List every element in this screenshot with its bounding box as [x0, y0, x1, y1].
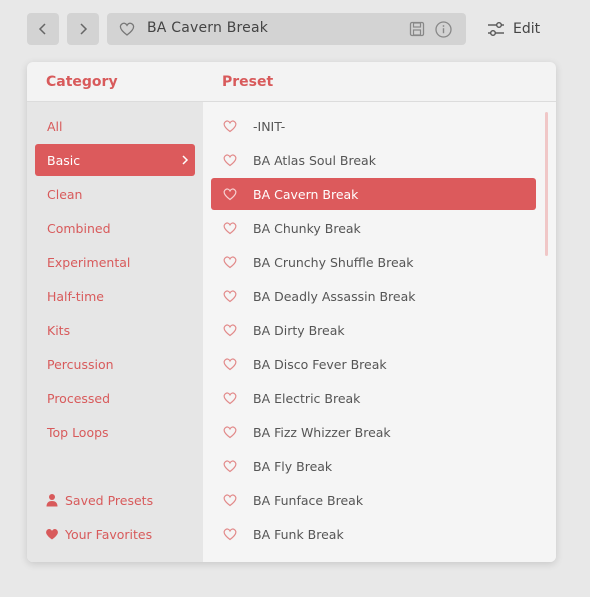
preset-row[interactable]: BA Dirty Break — [211, 314, 536, 346]
heart-icon[interactable] — [119, 21, 135, 37]
user-icon — [46, 494, 58, 507]
preset-row[interactable]: BA Funface Break — [211, 484, 536, 516]
preset-list: -INIT- BA Atlas Soul Break BA Cavern Bre… — [203, 102, 556, 562]
your-favorites-link[interactable]: Your Favorites — [45, 524, 152, 544]
preset-row[interactable]: BA Crunchy Shuffle Break — [211, 246, 536, 278]
your-favorites-label: Your Favorites — [65, 526, 153, 542]
heart-icon[interactable] — [223, 527, 237, 541]
heart-icon[interactable] — [223, 425, 237, 439]
heart-icon[interactable] — [223, 119, 237, 133]
preset-row[interactable]: BA Deadly Assassin Break — [211, 280, 536, 312]
category-list: All Basic Clean Combined Experimental Ha… — [27, 102, 203, 562]
preset-name-bar[interactable]: BA Cavern Break — [107, 13, 466, 45]
preset-row[interactable]: BA Electric Break — [211, 382, 536, 414]
heart-icon[interactable] — [223, 459, 237, 473]
category-header: Category — [46, 74, 118, 90]
preset-list-scrollbar[interactable] — [545, 112, 548, 256]
heart-icon[interactable] — [223, 153, 237, 167]
preset-row[interactable]: BA Fly Break — [211, 450, 536, 482]
category-item-clean[interactable]: Clean — [35, 178, 195, 210]
preset-row[interactable]: BA Disco Fever Break — [211, 348, 536, 380]
sliders-icon — [488, 22, 504, 36]
category-item-combined[interactable]: Combined — [35, 212, 195, 244]
preset-row[interactable]: BA Atlas Soul Break — [211, 144, 536, 176]
save-icon[interactable] — [409, 21, 425, 37]
preset-row-selected[interactable]: BA Cavern Break — [211, 178, 536, 210]
toolbar: BA Cavern Break Edit — [27, 13, 557, 45]
preset-row[interactable]: BA Funk Break — [211, 518, 536, 550]
info-icon[interactable] — [435, 21, 452, 38]
category-item-percussion[interactable]: Percussion — [35, 348, 195, 380]
heart-icon[interactable] — [223, 255, 237, 269]
preset-row[interactable]: BA Chunky Break — [211, 212, 536, 244]
category-item-half-time[interactable]: Half-time — [35, 280, 195, 312]
category-item-top-loops[interactable]: Top Loops — [35, 416, 195, 448]
chevron-left-icon — [38, 23, 46, 35]
chevron-right-icon — [182, 155, 189, 165]
preset-row[interactable]: BA Fizz Whizzer Break — [211, 416, 536, 448]
chevron-right-icon — [80, 23, 88, 35]
category-item-basic[interactable]: Basic — [35, 144, 195, 176]
edit-label: Edit — [513, 21, 541, 37]
back-button[interactable] — [27, 13, 59, 45]
preset-browser: All Basic Clean Combined Experimental Ha… — [27, 62, 556, 562]
header-divider — [27, 101, 556, 102]
saved-presets-link[interactable]: Saved Presets — [45, 490, 153, 510]
category-item-processed[interactable]: Processed — [35, 382, 195, 414]
heart-filled-icon — [46, 529, 58, 540]
edit-button[interactable]: Edit — [487, 13, 557, 45]
category-item-all[interactable]: All — [35, 110, 195, 142]
category-item-experimental[interactable]: Experimental — [35, 246, 195, 278]
heart-icon[interactable] — [223, 357, 237, 371]
heart-icon[interactable] — [223, 289, 237, 303]
preset-header: Preset — [222, 74, 274, 90]
saved-presets-label: Saved Presets — [65, 492, 154, 508]
heart-icon[interactable] — [223, 323, 237, 337]
preset-row[interactable]: -INIT- — [211, 110, 536, 142]
heart-icon[interactable] — [223, 391, 237, 405]
forward-button[interactable] — [67, 13, 99, 45]
current-preset-name: BA Cavern Break — [147, 20, 269, 36]
category-item-kits[interactable]: Kits — [35, 314, 195, 346]
heart-icon[interactable] — [223, 221, 237, 235]
heart-icon[interactable] — [223, 187, 237, 201]
heart-icon[interactable] — [223, 493, 237, 507]
